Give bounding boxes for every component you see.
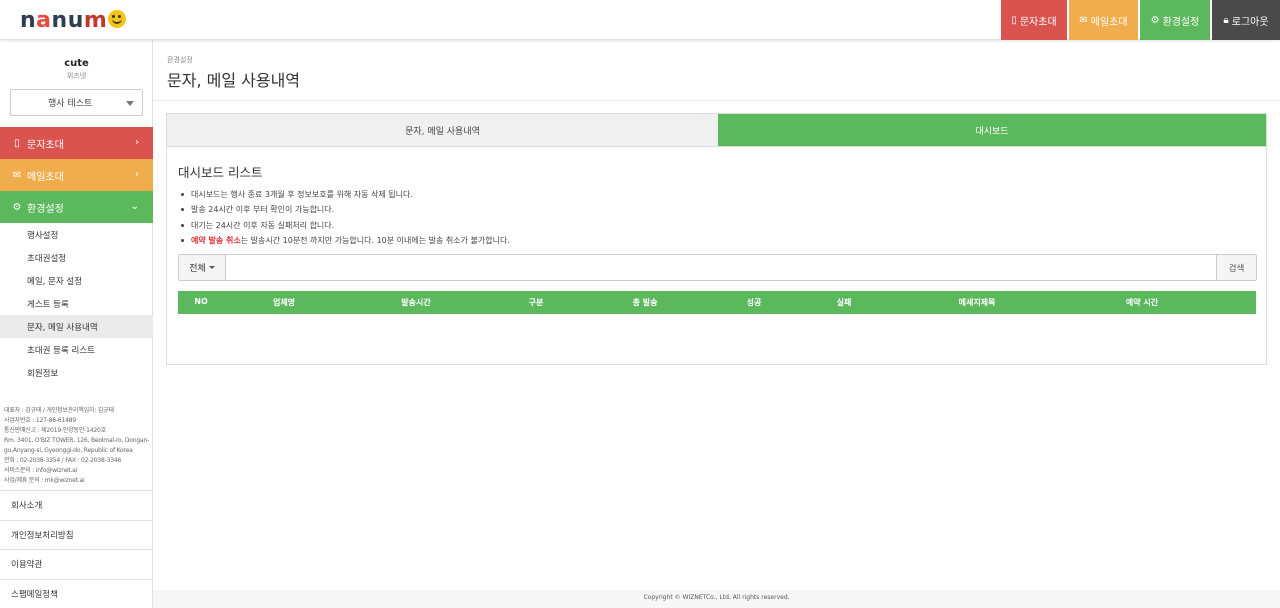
- company-info-line: 사업/제휴 문의 : mk@wiznet.ai: [4, 477, 85, 484]
- company-info-line: Rm. 3401, O'BIZ TOWER, 126, Beolmal-ro, …: [4, 437, 150, 454]
- copyright: Copyright © WIZNETCo., Ltd. All rights r…: [153, 590, 1280, 608]
- gear-icon: ⚙: [1150, 14, 1160, 26]
- user-name: cute: [64, 58, 89, 69]
- submenu-item-mail-sms-settings[interactable]: 메일, 문자 설정: [0, 269, 153, 292]
- submenu-item-member-info[interactable]: 회원정보: [0, 361, 153, 384]
- lock-icon: 🔒︎: [1223, 14, 1229, 26]
- tab-usage-history[interactable]: 문자, 메일 사용내역: [167, 114, 718, 146]
- chevron-right-icon: ›: [135, 137, 139, 148]
- notice-text: 는 발송시간 10분전 까지만 가능합니다. 10분 이내에는 발송 취소가 불…: [240, 235, 510, 245]
- section-title: 대시보드 리스트: [178, 165, 263, 180]
- settings-button[interactable]: ⚙ 환경설정: [1140, 0, 1210, 40]
- submenu-item-event-settings[interactable]: 행사설정: [0, 223, 153, 246]
- gear-icon: ⚙: [12, 201, 22, 213]
- column-header-reserved-time: 예약 시간: [1125, 298, 1159, 307]
- notice-item: 발송 24시간 이후 부터 확인이 가능합니다.: [179, 202, 1259, 217]
- logo-letter: m: [83, 8, 108, 33]
- mobile-icon: ▯: [14, 137, 20, 149]
- caret-down-icon: [126, 101, 134, 106]
- submenu-item-usage-history[interactable]: 문자, 메일 사용내역: [0, 315, 153, 338]
- notice-item: 대시보드는 행사 종료 3개월 후 정보보호를 위해 자동 삭제 됩니다.: [179, 187, 1259, 202]
- event-select-value: 행사 테스트: [48, 99, 93, 109]
- search-bar: 전체 검색: [178, 254, 1257, 281]
- sidebar-item-mail-invite[interactable]: ✉ 메일초대 ›: [0, 159, 153, 191]
- link-terms-of-use[interactable]: 이용약관: [0, 549, 153, 579]
- link-privacy-policy[interactable]: 개인정보처리방침: [0, 519, 153, 550]
- column-header-message-title: 메세지제목: [958, 298, 996, 307]
- submenu-item-invitation-settings[interactable]: 초대권설정: [0, 246, 153, 269]
- notice-text: 발송 24시간 이후 부터 확인이 가능합니다.: [191, 205, 335, 215]
- chevron-down-icon: ⌄: [130, 201, 139, 212]
- company-info-line: 대표자 : 김규태 / 개인정보관리책임자: 김규태: [4, 407, 114, 414]
- page-title: 문자, 메일 사용내역: [167, 71, 301, 90]
- column-header-no: NO: [194, 297, 208, 306]
- notice-highlight: 예약 발송 취소: [191, 235, 241, 245]
- top-button-group: ▯ 문자초대 ✉ 메일초대 ⚙ 환경설정 🔒︎ 로그아웃: [999, 0, 1280, 40]
- company-info: 대표자 : 김규태 / 개인정보관리책임자: 김규태 사업자번호 : 127-8…: [4, 406, 150, 486]
- sidebar-item-sms-invite[interactable]: ▯ 문자초대 ›: [0, 127, 153, 159]
- sidebar-item-label: 환경설정: [27, 203, 64, 215]
- caret-down-icon: [208, 266, 215, 269]
- search-input[interactable]: [226, 255, 1216, 280]
- sidebar-item-settings[interactable]: ⚙ 환경설정 ⌄: [0, 191, 153, 223]
- nanume-logo[interactable]: nanum: [20, 8, 127, 33]
- link-about-company[interactable]: 회사소개: [0, 490, 153, 520]
- logo-letter: n: [20, 8, 37, 33]
- search-filter-label: 전체: [189, 264, 206, 274]
- envelope-icon: ✉: [1079, 14, 1088, 26]
- column-header-company: 업체명: [272, 298, 296, 307]
- column-header-failure: 실패: [836, 298, 852, 307]
- company-info-line: 전화 : 02-2038-3354 / FAX : 02-2038-3346: [4, 457, 122, 464]
- mail-invite-button[interactable]: ✉ 메일초대: [1069, 0, 1138, 40]
- notice-list: 대시보드는 행사 종료 3개월 후 정보보호를 위해 자동 삭제 됩니다. 발송…: [179, 187, 1259, 248]
- sms-invite-label: 문자초대: [1019, 16, 1057, 28]
- notice-item: 대기는 24시간 이후 자동 실패처리 합니다.: [179, 218, 1259, 233]
- logout-button[interactable]: 🔒︎ 로그아웃: [1212, 0, 1280, 40]
- logo-letter: u: [67, 8, 84, 33]
- sidebar: cute 위즈넷 행사 테스트 ▯ 문자초대 › ✉ 메일초대 › ⚙ 환경설정…: [0, 40, 153, 608]
- tab-dashboard[interactable]: 대시보드: [718, 114, 1266, 146]
- submenu-item-invitation-list[interactable]: 초대권 등록 리스트: [0, 338, 153, 361]
- company-info-line: 통신판매신고 : 제2019-안양동안-1420호: [4, 427, 106, 434]
- table-header: NO 업체명 발송시간 구분 총 발송 성공 실패 메세지제목 예약 시간: [178, 291, 1256, 314]
- divider: [153, 100, 1280, 101]
- notice-item: 예약 발송 취소는 발송시간 10분전 까지만 가능합니다. 10분 이내에는 …: [179, 233, 1259, 248]
- mobile-icon: ▯: [1011, 14, 1017, 26]
- footer-links: 회사소개 개인정보처리방침 이용약관 스팸메일정책: [0, 490, 153, 608]
- notice-text: 대기는 24시간 이후 자동 실패처리 합니다.: [191, 220, 335, 230]
- chevron-right-icon: ›: [135, 169, 139, 180]
- tab-bar: 문자, 메일 사용내역 대시보드: [167, 114, 1266, 147]
- mail-invite-label: 메일초대: [1090, 16, 1128, 28]
- column-header-total-sent: 총 발송: [632, 298, 658, 307]
- user-organization: 위즈넷: [66, 72, 87, 80]
- top-bar: nanum ▯ 문자초대 ✉ 메일초대 ⚙ 환경설정 🔒︎ 로그아웃: [0, 0, 1280, 40]
- company-info-line: 서비스문의 : info@wiznet.ai: [4, 467, 78, 474]
- event-select[interactable]: 행사 테스트: [10, 89, 143, 116]
- column-header-type: 구분: [528, 298, 544, 307]
- smiley-icon: [108, 10, 127, 28]
- column-header-send-time: 발송시간: [401, 298, 431, 307]
- logo-letter: n: [51, 8, 68, 33]
- submenu-item-guest-register[interactable]: 게스트 등록: [0, 292, 153, 315]
- sidebar-item-label: 문자초대: [27, 139, 64, 151]
- logout-label: 로그아웃: [1231, 16, 1269, 28]
- breadcrumb: 환경설정: [167, 56, 193, 64]
- column-header-success: 성공: [746, 298, 762, 307]
- search-button[interactable]: 검색: [1216, 255, 1256, 280]
- search-filter-dropdown[interactable]: 전체: [179, 255, 226, 280]
- company-info-line: 사업자번호 : 127-86-61489: [4, 417, 76, 424]
- envelope-icon: ✉: [12, 169, 22, 181]
- content-panel: 문자, 메일 사용내역 대시보드 대시보드 리스트 대시보드는 행사 종료 3개…: [166, 113, 1267, 365]
- sidebar-item-label: 메일초대: [27, 171, 64, 183]
- sms-invite-button[interactable]: ▯ 문자초대: [1001, 0, 1067, 40]
- settings-submenu: 행사설정 초대권설정 메일, 문자 설정 게스트 등록 문자, 메일 사용내역 …: [0, 223, 153, 384]
- settings-label: 환경설정: [1162, 16, 1200, 28]
- logo-letter: a: [36, 8, 52, 33]
- link-spam-policy[interactable]: 스팸메일정책: [0, 578, 153, 608]
- notice-text: 대시보드는 행사 종료 3개월 후 정보보호를 위해 자동 삭제 됩니다.: [191, 190, 413, 199]
